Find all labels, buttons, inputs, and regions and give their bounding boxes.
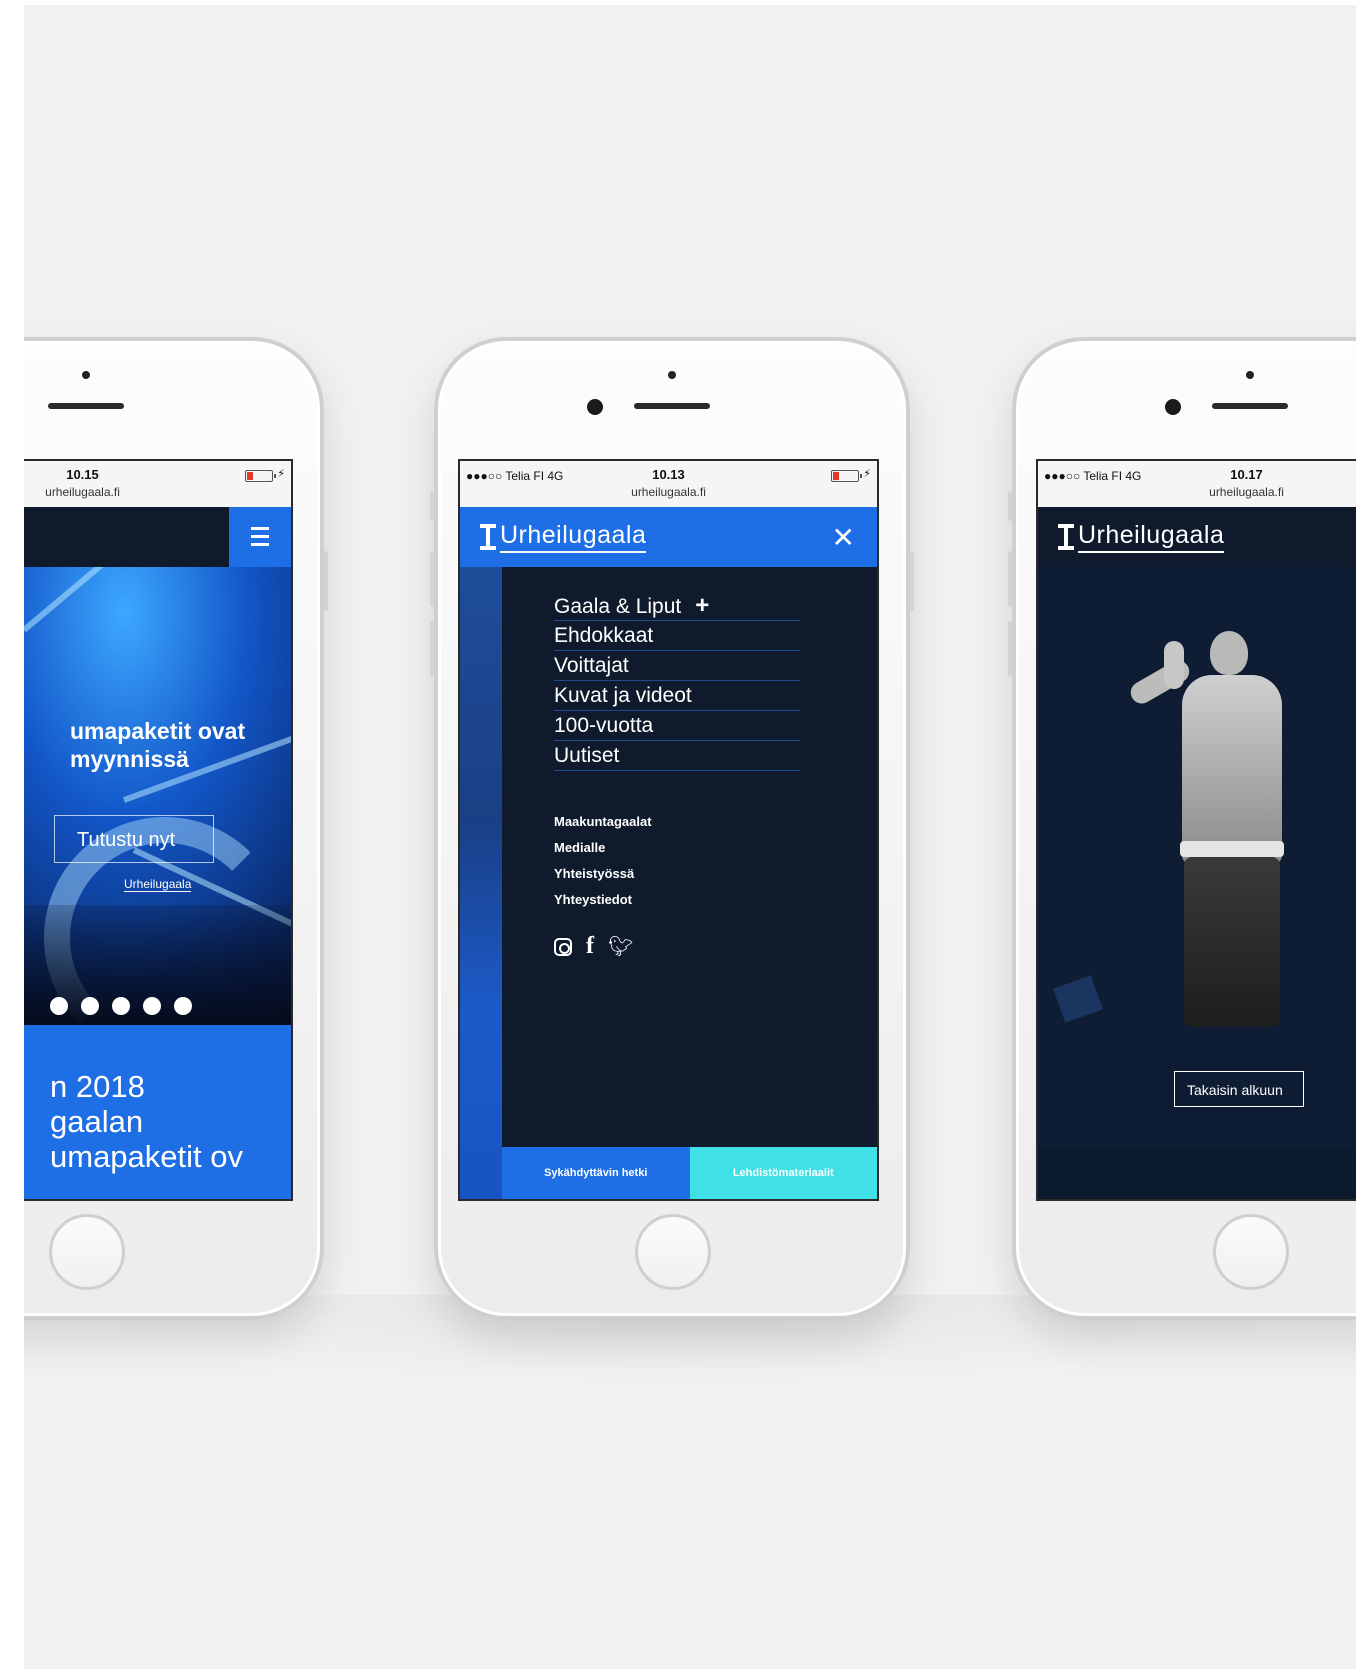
hero-title: umapaketit ovat myynnissä [70, 717, 291, 773]
social-links: f 🐦︎ [554, 933, 633, 960]
logo-mark-icon [1058, 524, 1074, 550]
hero-logo: Urheilugaala [124, 877, 192, 892]
earpiece-speaker [634, 403, 710, 409]
charging-icon: ⚡ [277, 468, 285, 480]
figure-head [1210, 631, 1248, 675]
phone-left-screen: 10.15 urheilugaala.fi ⚡ ala [24, 459, 293, 1201]
tab-sykahdyttavin-hetki[interactable]: Sykähdyttävin hetki [502, 1147, 690, 1199]
status-time: 10.17 [1230, 467, 1263, 482]
hamburger-menu-button[interactable] [229, 507, 291, 567]
battery-icon [831, 470, 862, 482]
phone-center: ●●●○○ Telia FI 4G 10.13 urheilugaala.fi … [430, 337, 914, 1320]
side-button [324, 551, 328, 611]
news-headline-line: gaalan [50, 1104, 144, 1139]
figure-legs [1184, 857, 1280, 1027]
home-button [635, 1214, 711, 1290]
logo-wordmark: Urheilugaala [500, 521, 647, 553]
hero-carousel: umapaketit ovat myynnissä Tutustu nyt Ur… [24, 567, 291, 1025]
tab-spacer [460, 1147, 502, 1199]
figure-forearm [1164, 641, 1184, 689]
hero-title-line: umapaketit ovat [70, 718, 246, 744]
mockup-stage: 10.15 urheilugaala.fi ⚡ ala [24, 5, 1356, 1669]
volume-up-button [430, 551, 434, 607]
facebook-icon[interactable]: f [586, 933, 594, 960]
bottom-tabs: Sykähdyttävin hetki Lehdistömateriaalit [460, 1147, 877, 1199]
carousel-dot[interactable] [174, 997, 192, 1015]
power-button [910, 551, 914, 611]
logo-wordmark: Urheilugaala [1078, 521, 1225, 553]
nav-item-voittajat[interactable]: Voittajat [554, 651, 800, 681]
home-button [1213, 1214, 1289, 1290]
nav-item-ehdokkaat[interactable]: Ehdokkaat [554, 621, 800, 651]
secondary-navigation: Maakuntagaalat Medialle Yhteistyössä Yht… [554, 809, 652, 913]
nav-item-yhteistyossa[interactable]: Yhteistyössä [554, 861, 652, 887]
back-to-top-button[interactable]: Takaisin alkuun [1174, 1071, 1304, 1107]
expand-plus-icon[interactable]: + [695, 592, 709, 619]
volume-down-button [430, 621, 434, 677]
status-bar: ●●●○○ Telia FI 4G 10.17 urheilugaala.fi [1038, 461, 1356, 507]
address-bar-url[interactable]: urheilugaala.fi [1038, 485, 1356, 499]
earpiece-speaker [1212, 403, 1288, 409]
mute-switch [430, 491, 434, 521]
news-section: n 2018 gaalan umapaketit ov [24, 1025, 291, 1199]
volume-up-button [1008, 551, 1012, 607]
phone-center-screen: ●●●○○ Telia FI 4G 10.13 urheilugaala.fi … [458, 459, 879, 1201]
home-button [49, 1214, 125, 1290]
front-camera [82, 371, 90, 379]
news-headline-line: n 2018 [50, 1069, 145, 1104]
battery-icon [245, 470, 276, 482]
carousel-dot[interactable] [50, 997, 68, 1015]
front-camera [1246, 371, 1254, 379]
nav-item-gaala-liput[interactable]: Gaala & Liput + [554, 591, 800, 621]
carousel-dot[interactable] [81, 997, 99, 1015]
news-headline[interactable]: n 2018 gaalan umapaketit ov [50, 1069, 291, 1174]
site-header: ala [24, 507, 291, 567]
menu-side-band [460, 567, 502, 1199]
camera-lens [1165, 399, 1181, 415]
nav-item-maakuntagaalat[interactable]: Maakuntagaalat [554, 809, 652, 835]
logo-mark-icon [480, 524, 496, 550]
figure-torso [1182, 675, 1282, 865]
site-header: Urheilugaala ✕ [460, 507, 877, 567]
carousel-dot[interactable] [143, 997, 161, 1015]
address-bar-url[interactable]: urheilugaala.fi [24, 485, 291, 499]
phone-left: 10.15 urheilugaala.fi ⚡ ala [24, 337, 328, 1320]
figure-belt [1180, 841, 1284, 857]
status-bar: ●●●○○ Telia FI 4G 10.13 urheilugaala.fi … [460, 461, 877, 507]
status-time: 10.13 [652, 467, 685, 482]
instagram-icon[interactable] [554, 937, 572, 956]
nav-item-kuvat-ja-videot[interactable]: Kuvat ja videot [554, 681, 800, 711]
strongman-photo [1118, 631, 1288, 1031]
carousel-dots[interactable] [50, 997, 205, 1020]
volume-down-button [1008, 621, 1012, 677]
carousel-dot[interactable] [112, 997, 130, 1015]
tab-lehdistomateriaalit[interactable]: Lehdistömateriaalit [689, 1147, 877, 1199]
address-bar-url[interactable]: urheilugaala.fi [460, 485, 877, 499]
front-camera [668, 371, 676, 379]
charging-icon: ⚡ [863, 468, 871, 480]
phone-right: ●●●○○ Telia FI 4G 10.17 urheilugaala.fi … [1008, 337, 1356, 1320]
nav-item-medialle[interactable]: Medialle [554, 835, 652, 861]
camera-lens [587, 399, 603, 415]
hero-title-line: myynnissä [70, 746, 189, 772]
nav-item-uutiset[interactable]: Uutiset [554, 741, 800, 771]
twitter-icon[interactable]: 🐦︎ [608, 934, 633, 959]
site-logo[interactable]: Urheilugaala [480, 521, 647, 553]
main-navigation: Gaala & Liput + Ehdokkaat Voittajat Kuvat… [554, 591, 800, 771]
nav-item-label: Gaala & Liput [554, 595, 682, 618]
phone-right-screen: ●●●○○ Telia FI 4G 10.17 urheilugaala.fi … [1036, 459, 1356, 1201]
nav-item-100-vuotta[interactable]: 100-vuotta [554, 711, 800, 741]
status-bar: 10.15 urheilugaala.fi ⚡ [24, 461, 291, 507]
explore-button[interactable]: Tutustu nyt [54, 815, 214, 863]
nav-item-yhteystiedot[interactable]: Yhteystiedot [554, 887, 652, 913]
site-header: Urheilugaala [1038, 507, 1356, 567]
site-logo[interactable]: Urheilugaala [1058, 521, 1225, 553]
news-headline-line: umapaketit ov [50, 1139, 243, 1174]
bottom-bar [1038, 1147, 1356, 1199]
stage-light-beam [24, 567, 226, 633]
close-menu-button[interactable]: ✕ [832, 521, 855, 554]
mute-switch [1008, 491, 1012, 521]
earpiece-speaker [48, 403, 124, 409]
